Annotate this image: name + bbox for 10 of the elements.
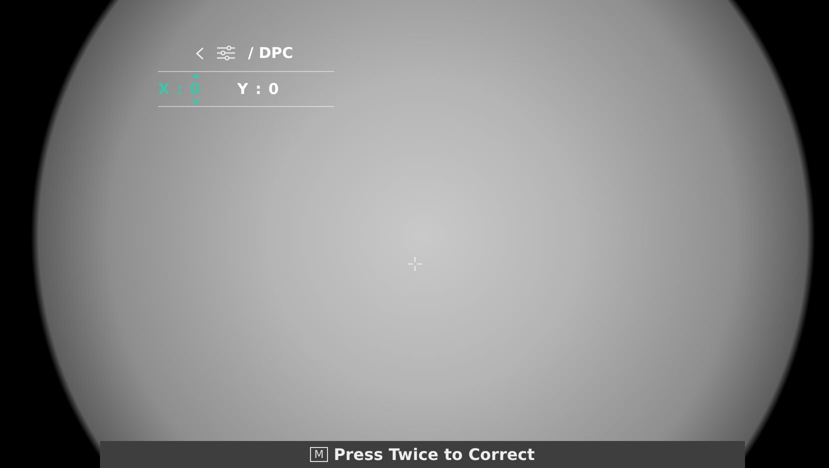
m-key-icon: M <box>310 447 328 462</box>
offset-setting[interactable]: X : 0 <box>158 72 202 106</box>
back-icon[interactable] <box>196 46 204 60</box>
menu-title: / DPC <box>248 42 294 64</box>
offset-setting[interactable]: Y : 0 <box>237 78 280 100</box>
up-arrow-icon[interactable] <box>192 72 200 78</box>
crosshair-icon <box>408 257 422 271</box>
sliders-icon <box>216 45 236 61</box>
hint-text: Press Twice to Correct <box>334 444 535 466</box>
down-arrow-icon[interactable] <box>192 100 200 106</box>
